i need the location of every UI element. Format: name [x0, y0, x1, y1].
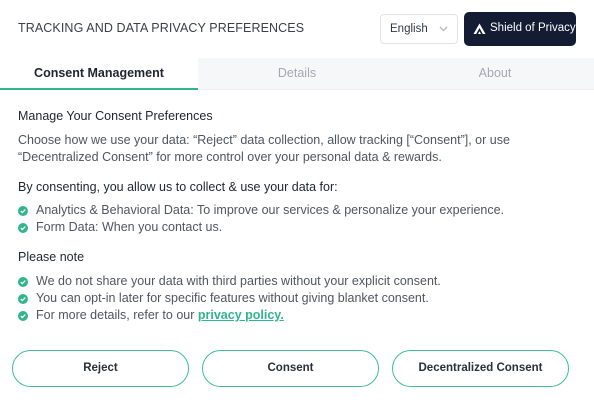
check-circle-icon — [18, 311, 28, 321]
check-circle-icon — [18, 294, 28, 304]
intro-text: Choose how we use your data: “Reject” da… — [18, 133, 510, 164]
privacy-policy-link[interactable]: privacy policy. — [198, 308, 284, 322]
section-title: Manage Your Consent Preferences — [18, 109, 213, 123]
check-circle-icon — [18, 277, 28, 287]
decentralized-consent-button[interactable]: Decentralized Consent — [392, 350, 569, 387]
data-uses-list: Analytics & Behavioral Data: To improve … — [18, 203, 504, 237]
dialog-header: TRACKING AND DATA PRIVACY PREFERENCES En… — [0, 0, 594, 58]
tab-about[interactable]: About — [396, 58, 594, 89]
consent-button[interactable]: Consent — [202, 350, 379, 387]
notes-list: We do not share your data with third par… — [18, 274, 441, 325]
shield-button-label: Shield of Privacy — [490, 22, 576, 34]
tab-details[interactable]: Details — [198, 58, 396, 89]
list-item-text: For more details, refer to our — [36, 308, 198, 322]
list-item: Analytics & Behavioral Data: To improve … — [18, 203, 504, 220]
reject-button[interactable]: Reject — [12, 350, 189, 387]
list-item: We do not share your data with third par… — [18, 274, 441, 291]
consent-dialog: TRACKING AND DATA PRIVACY PREFERENCES En… — [0, 0, 594, 400]
list-item-text: Form Data: When you contact us. — [36, 220, 223, 234]
tab-bar: Consent Management Details About — [0, 58, 594, 90]
check-circle-icon — [18, 206, 28, 216]
list-item-text: You can opt-in later for specific featur… — [36, 291, 429, 305]
list-item-text: We do not share your data with third par… — [36, 274, 441, 288]
list-item-text: Analytics & Behavioral Data: To improve … — [36, 203, 505, 217]
shield-logo-icon — [473, 23, 486, 34]
dialog-title: TRACKING AND DATA PRIVACY PREFERENCES — [18, 21, 305, 35]
chevron-down-icon — [439, 26, 448, 32]
list-item: For more details, refer to our privacy p… — [18, 308, 441, 325]
language-selected-value: English — [390, 23, 428, 35]
note-title: Please note — [18, 250, 85, 264]
list-item: You can opt-in later for specific featur… — [18, 291, 441, 308]
shield-of-privacy-button[interactable]: Shield of Privacy — [464, 12, 576, 46]
check-circle-icon — [18, 223, 28, 233]
language-select[interactable]: English — [380, 14, 458, 44]
consent-actions: Reject Consent Decentralized Consent — [0, 350, 594, 388]
lead-text: By consenting, you allow us to collect &… — [18, 180, 338, 194]
list-item: Form Data: When you contact us. — [18, 220, 504, 237]
tab-consent-management[interactable]: Consent Management — [0, 58, 198, 90]
